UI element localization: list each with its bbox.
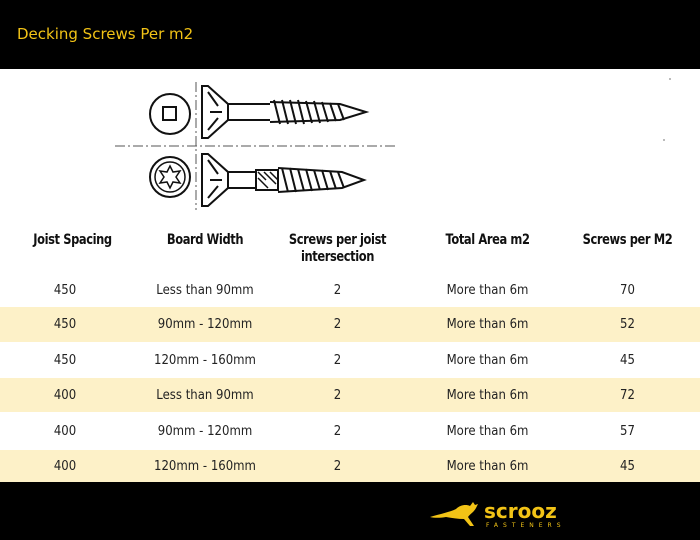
footer-bar	[0, 482, 700, 540]
cell-joist-spacing: 450	[53, 352, 77, 368]
cell-board-width: 90mm - 120mm	[157, 423, 253, 439]
page-title: Decking Screws Per m2	[17, 25, 194, 43]
cell-total-area: More than 6m	[446, 283, 529, 298]
cell-screws-per-joist: 2	[333, 317, 342, 332]
scrooz-logo: scrooz FASTENERS	[430, 499, 566, 529]
cell-total-area: More than 6m	[446, 387, 529, 403]
cell-screws-per-joist: 2	[333, 387, 342, 403]
cell-screws-per-m2: 70	[620, 283, 635, 298]
cell-joist-spacing: 450	[53, 283, 77, 298]
column-header-joist-spacing: Joist Spacing	[33, 232, 112, 248]
column-header-screws-per-joist: Screws per joist intersection	[288, 232, 387, 265]
table-row: 450 90mm - 120mm 2 More than 6m 52	[0, 307, 700, 342]
cell-screws-per-joist: 2	[333, 423, 342, 439]
cell-joist-spacing: 400	[53, 458, 77, 474]
cell-joist-spacing: 400	[53, 387, 77, 403]
column-header-total-area: Total Area m2	[445, 232, 530, 248]
cell-total-area: More than 6m	[446, 423, 529, 439]
cell-board-width: 90mm - 120mm	[157, 317, 253, 332]
cell-screws-per-joist: 2	[333, 352, 342, 368]
screw-top-icon	[201, 85, 370, 139]
cell-total-area: More than 6m	[446, 352, 529, 368]
cell-board-width: 120mm - 160mm	[154, 352, 256, 368]
cell-screws-per-m2: 52	[620, 317, 635, 332]
brand-tagline: FASTENERS	[486, 522, 566, 529]
screw-illustration	[115, 82, 395, 210]
column-header-board-width: Board Width	[166, 232, 244, 248]
table-row: 400 Less than 90mm 2 More than 6m 72	[0, 378, 700, 412]
table-header: Joist Spacing Board Width Screws per joi…	[0, 232, 700, 272]
kangaroo-icon	[430, 502, 478, 526]
table-row: 400 90mm - 120mm 2 More than 6m 57	[0, 412, 700, 450]
torx-drive-icon	[149, 156, 191, 198]
decorative-dot	[663, 139, 665, 141]
cell-board-width: 120mm - 160mm	[154, 458, 256, 474]
cell-screws-per-m2: 72	[620, 387, 635, 403]
cell-board-width: Less than 90mm	[156, 283, 254, 298]
cell-screws-per-m2: 45	[620, 458, 635, 474]
cell-total-area: More than 6m	[446, 317, 529, 332]
cell-joist-spacing: 400	[53, 423, 77, 439]
square-drive-icon	[149, 93, 191, 135]
header-bar: Decking Screws Per m2	[0, 0, 700, 69]
cell-screws-per-m2: 45	[620, 352, 635, 368]
screw-bottom-icon	[201, 153, 367, 207]
cell-screws-per-m2: 57	[620, 423, 635, 439]
cell-joist-spacing: 450	[53, 317, 77, 332]
cell-board-width: Less than 90mm	[156, 387, 254, 403]
table-row: 450 Less than 90mm 2 More than 6m 70	[0, 273, 700, 308]
cell-screws-per-joist: 2	[333, 458, 342, 474]
cell-screws-per-joist: 2	[333, 283, 342, 298]
brand-name: scrooz	[484, 499, 557, 523]
cell-total-area: More than 6m	[446, 458, 529, 474]
table-row: 450 120mm - 160mm 2 More than 6m 45	[0, 342, 700, 378]
table-row: 400 120mm - 160mm 2 More than 6m 45	[0, 450, 700, 482]
column-header-screws-per-m2: Screws per M2	[582, 232, 673, 248]
decorative-dot	[669, 78, 671, 80]
